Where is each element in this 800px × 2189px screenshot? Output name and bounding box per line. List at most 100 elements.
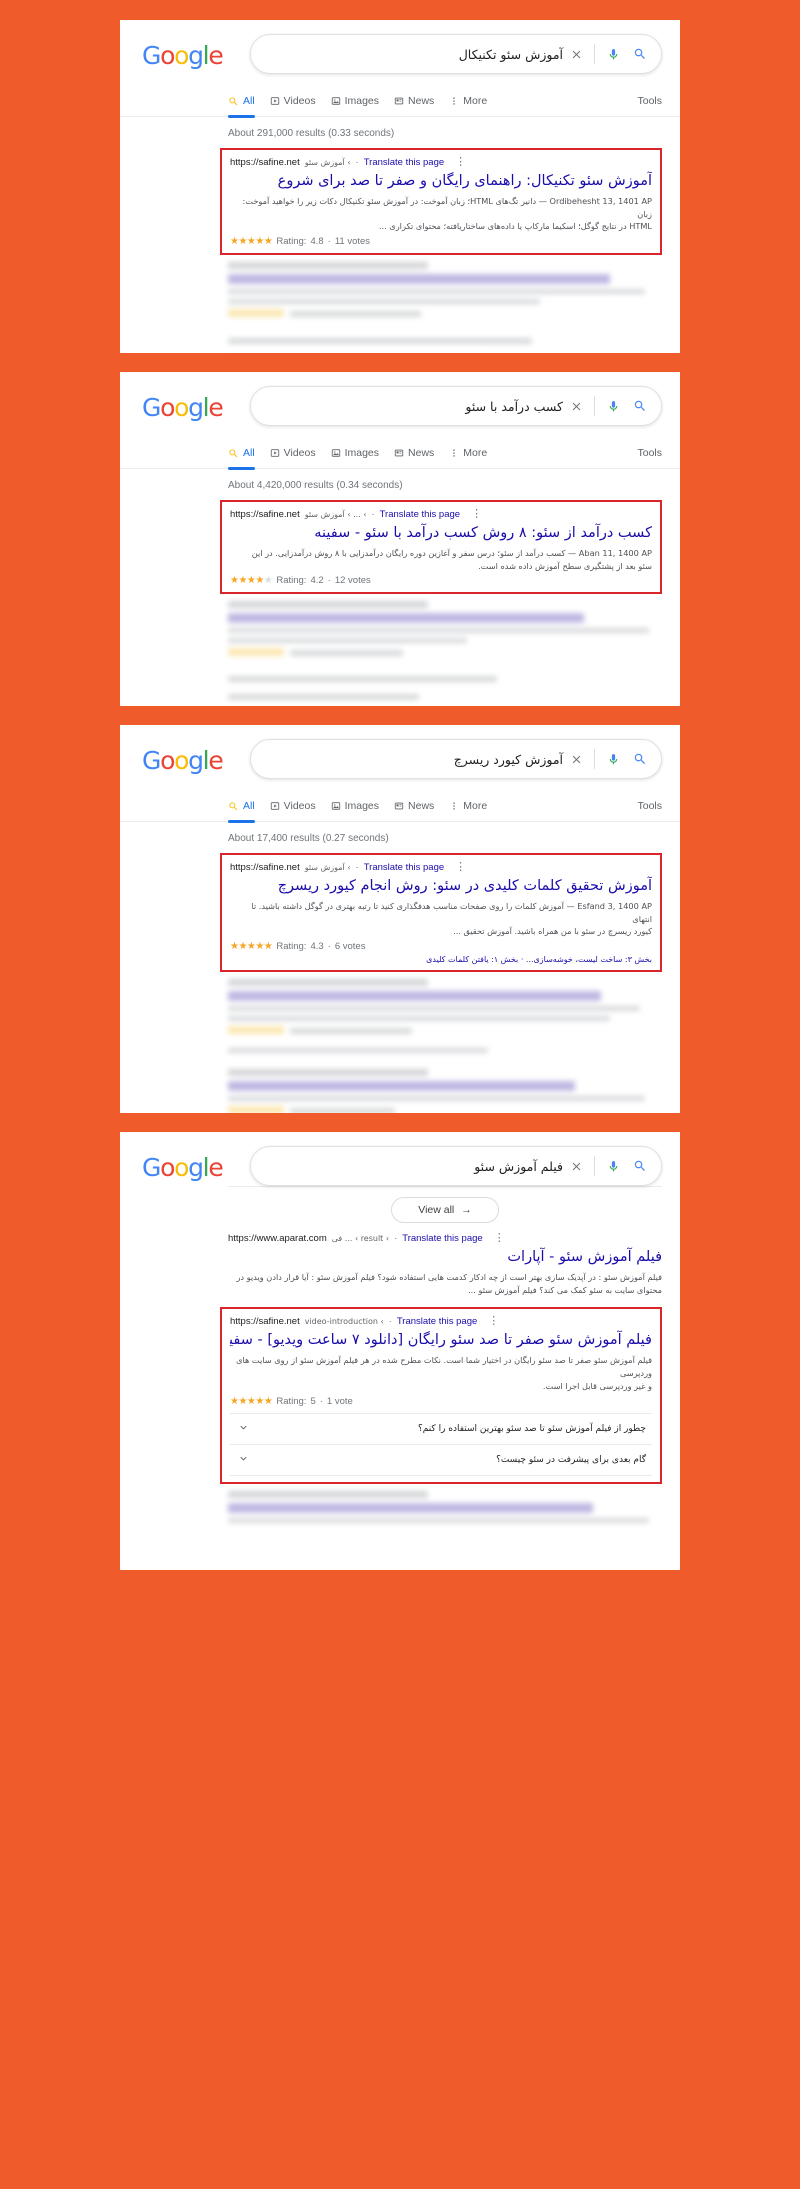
microphone-icon[interactable] [604,1157,622,1175]
microphone-icon[interactable] [604,397,622,415]
close-icon[interactable] [567,397,585,415]
blurred-snippet [228,289,645,295]
result-url[interactable]: https://safine.net [230,157,300,168]
translate-link[interactable]: Translate this page [402,1233,482,1244]
tab-all[interactable]: All [228,86,255,118]
result-url-row[interactable]: https://www.aparat.com › result › ... فی… [228,1233,662,1245]
translate-link[interactable]: Translate this page [364,157,444,168]
tab-news[interactable]: News [394,791,434,822]
organic-result-aparat[interactable]: https://www.aparat.com › result › ... فی… [228,1233,662,1296]
search-box[interactable]: آموزش کیورد ریسرچ [250,739,662,779]
search-input[interactable]: فیلم آموزش سئو [269,1159,567,1174]
result-kebab-icon[interactable]: ⋮ [455,157,466,168]
chevron-down-icon[interactable] [238,1453,249,1467]
blurred-snippet [228,299,541,305]
translate-link[interactable]: Translate this page [380,509,460,520]
translate-link[interactable]: Translate this page [397,1316,477,1327]
result-url-row[interactable]: https://safine.net › video-introduction … [230,1316,652,1328]
tab-more[interactable]: More [449,791,487,822]
search-icon[interactable] [631,750,649,768]
close-icon[interactable] [567,1157,585,1175]
close-icon[interactable] [567,45,585,63]
tab-all[interactable]: All [228,791,255,823]
tab-news[interactable]: News [394,438,434,469]
blurred-stars [228,1026,285,1035]
tab-videos[interactable]: Videos [270,791,316,822]
tab-label: Videos [283,799,316,812]
view-all-row: View all → [228,1186,662,1229]
tools-button[interactable]: Tools [637,447,662,459]
result-title[interactable]: آموزش سئو تکنیکال: راهنمای رایگان و صفر … [230,171,652,192]
search-icon[interactable] [631,45,649,63]
image-icon [331,801,341,811]
google-logo[interactable]: Google [142,1155,224,1181]
result-snippet-line1: فیلم آموزش سئو صفر تا صد سئو رایگان در ا… [236,1355,652,1379]
result-kebab-icon[interactable]: ⋮ [455,862,466,873]
google-logo[interactable]: Google [142,748,224,774]
faq-item-2[interactable]: گام بعدی برای پیشرفت در سئو چیست؟ [230,1443,652,1476]
result-url-row[interactable]: https://safine.net › آموزش سئو · Transla… [230,862,652,874]
chevron-down-icon[interactable] [238,1422,249,1436]
tab-label: All [243,799,255,812]
search-icon[interactable] [631,397,649,415]
blurred-title [228,1502,593,1513]
result-url-row[interactable]: https://safine.net › آموزش سئو · Transla… [230,157,652,169]
tab-more[interactable]: More [449,438,487,469]
blurred-results-4 [228,1490,662,1523]
tab-more[interactable]: More [449,86,487,117]
video-icon [270,448,280,458]
microphone-icon[interactable] [604,45,622,63]
result-title[interactable]: فیلم آموزش سئو - آپارات [228,1247,662,1268]
highlighted-result-3[interactable]: https://safine.net › آموزش سئو · Transla… [220,853,662,973]
result-stats: About 4,420,000 results (0.34 seconds) [228,480,403,491]
search-panel-1: Google آموزش سئو تکنیکال All Videos Imag… [120,20,680,353]
view-all-button[interactable]: View all → [391,1197,499,1223]
faq-item-1[interactable]: چطور از فیلم آموزش سئو تا صد سئو بهترین … [230,1412,652,1444]
tools-button[interactable]: Tools [637,95,662,107]
blurred-url [228,1490,428,1498]
search-input[interactable]: کسب درآمد با سئو [269,399,567,414]
result-url[interactable]: https://safine.net [230,509,300,520]
translate-link[interactable]: Translate this page [364,862,444,873]
microphone-icon[interactable] [604,750,622,768]
result-breadcrumb: › video-introduction [304,1317,384,1327]
highlighted-result-4[interactable]: https://safine.net › video-introduction … [220,1307,662,1484]
search-panel-2: Google کسب درآمد با سئو All Videos Image… [120,372,680,706]
result-sitelinks[interactable]: بخش ۳: ساخت لیست، خوشه‌سازی... · بخش ۱: … [230,955,652,964]
result-url-row[interactable]: https://safine.net › ... › آموزش سئو · T… [230,509,652,521]
tab-images[interactable]: Images [331,438,379,469]
highlighted-result-2[interactable]: https://safine.net › ... › آموزش سئو · T… [220,500,662,595]
tab-images[interactable]: Images [331,791,379,822]
tab-all[interactable]: All [228,438,255,470]
highlighted-result-1[interactable]: https://safine.net › آموزش سئو · Transla… [220,148,662,256]
close-icon[interactable] [567,750,585,768]
google-logo[interactable]: Google [142,395,224,421]
search-box[interactable]: فیلم آموزش سئو [250,1146,662,1186]
video-icon [270,96,280,106]
search-box[interactable]: کسب درآمد با سئو [250,386,662,426]
search-input[interactable]: آموزش کیورد ریسرچ [269,752,567,767]
tab-videos[interactable]: Videos [270,86,316,117]
rating-stars-icon: ★★★★★ [230,236,273,248]
result-url[interactable]: https://safine.net [230,1316,300,1327]
result-kebab-icon[interactable]: ⋮ [494,1233,505,1244]
search-icon [228,448,239,459]
tab-label: Images [344,446,380,459]
result-title[interactable]: کسب درآمد از سئو: ۸ روش کسب درآمد با سئو… [230,523,652,544]
tab-images[interactable]: Images [331,86,379,117]
tab-videos[interactable]: Videos [270,438,316,469]
results-list-2: About 4,420,000 results (0.34 seconds) h… [120,469,680,706]
search-header: Google آموزش سئو تکنیکال [120,20,680,74]
result-kebab-icon[interactable]: ⋮ [471,509,482,520]
search-input[interactable]: آموزش سئو تکنیکال [269,47,567,62]
google-logo[interactable]: Google [142,43,224,69]
result-kebab-icon[interactable]: ⋮ [488,1316,499,1327]
result-title[interactable]: آموزش تحقیق کلمات کلیدی در سئو: روش انجا… [230,876,652,897]
result-url[interactable]: https://www.aparat.com [228,1233,327,1244]
search-box[interactable]: آموزش سئو تکنیکال [250,34,662,74]
result-title[interactable]: فیلم آموزش سئو صفر تا صد سئو رایگان [دان… [230,1330,652,1351]
result-url[interactable]: https://safine.net [230,862,300,873]
tab-news[interactable]: News [394,86,434,117]
search-icon[interactable] [631,1157,649,1175]
tools-button[interactable]: Tools [637,800,662,812]
